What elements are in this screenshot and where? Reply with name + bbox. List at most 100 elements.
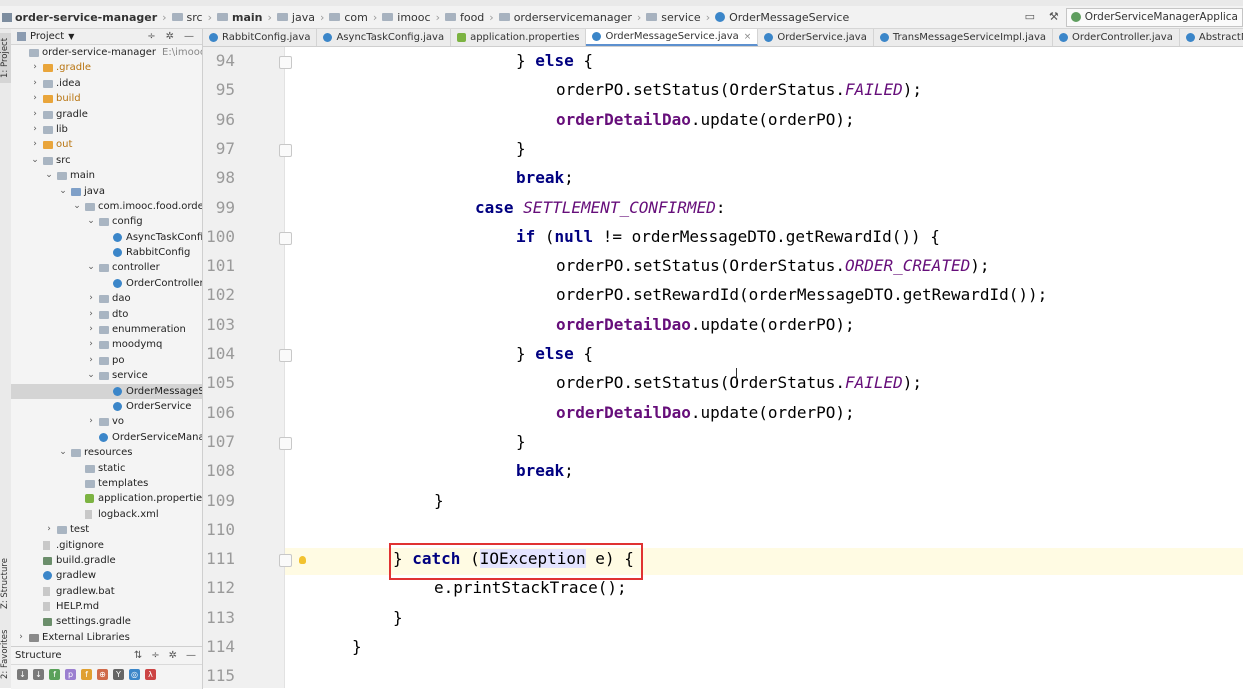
build-hammer-icon[interactable]: ⚒ bbox=[1047, 10, 1061, 24]
chevron-down-icon[interactable]: ⌄ bbox=[87, 214, 95, 229]
tree-item[interactable]: templates bbox=[11, 476, 202, 491]
tree-item[interactable]: HELP.md bbox=[11, 599, 202, 614]
code-line[interactable]: case SETTLEMENT_CONFIRMED: bbox=[475, 198, 725, 217]
chevron-down-icon[interactable]: ⌄ bbox=[59, 445, 67, 460]
chevron-right-icon[interactable]: › bbox=[87, 307, 95, 322]
line-number[interactable]: 110 bbox=[203, 520, 235, 539]
breadcrumb-item[interactable]: java bbox=[274, 11, 318, 24]
line-number[interactable]: 111 bbox=[203, 549, 235, 568]
code-line[interactable]: orderPO.setStatus(OrderStatus.ORDER_CREA… bbox=[556, 256, 989, 275]
chevron-down-icon[interactable]: ⌄ bbox=[87, 260, 95, 275]
chevron-right-icon[interactable]: › bbox=[31, 107, 39, 122]
tree-item[interactable]: RabbitConfig bbox=[11, 245, 202, 260]
chevron-right-icon[interactable]: › bbox=[31, 122, 39, 137]
line-number[interactable]: 98 bbox=[203, 168, 235, 187]
chevron-right-icon[interactable]: › bbox=[31, 60, 39, 75]
gear-icon[interactable]: ✲ bbox=[169, 650, 177, 661]
tree-item[interactable]: OrderMessageSer bbox=[11, 383, 202, 399]
tree-item[interactable]: ⌄ java bbox=[11, 184, 202, 199]
breadcrumb-item[interactable]: src bbox=[169, 11, 206, 24]
tree-item[interactable]: › po bbox=[11, 353, 202, 368]
chevron-down-icon[interactable]: ⌄ bbox=[31, 153, 39, 168]
line-number[interactable]: 95 bbox=[203, 80, 235, 99]
fold-marker-icon[interactable] bbox=[279, 554, 292, 568]
tree-item[interactable]: › vo bbox=[11, 414, 202, 429]
chevron-right-icon[interactable]: › bbox=[31, 76, 39, 91]
breadcrumb-item[interactable]: service bbox=[643, 11, 703, 24]
filter-icon[interactable]: Y bbox=[113, 669, 124, 680]
line-number[interactable]: 109 bbox=[203, 491, 235, 510]
tree-item[interactable]: .gitignore bbox=[11, 538, 202, 553]
line-number[interactable]: 96 bbox=[203, 110, 235, 129]
tool-tab-favorites[interactable]: 2: Favorites bbox=[0, 624, 11, 684]
chevron-down-icon[interactable]: ⌄ bbox=[87, 368, 95, 383]
fold-marker-icon[interactable] bbox=[279, 436, 292, 450]
line-number[interactable]: 101 bbox=[203, 256, 235, 275]
tree-item[interactable]: › build bbox=[11, 91, 202, 106]
line-number[interactable]: 94 bbox=[203, 51, 235, 70]
code-line[interactable]: break; bbox=[516, 168, 574, 187]
tree-item[interactable]: AsyncTaskConfig bbox=[11, 230, 202, 245]
editor-tab[interactable]: OrderMessageService.java × bbox=[586, 29, 759, 46]
show-nonpublic-icon[interactable]: ⊕ bbox=[97, 669, 108, 680]
tree-item[interactable]: ⌄ controller bbox=[11, 260, 202, 275]
lightbulb-icon[interactable] bbox=[299, 556, 306, 564]
chevron-down-icon[interactable]: ⌄ bbox=[73, 199, 81, 214]
code-line[interactable]: orderPO.setStatus(OrderStatus.FAILED); bbox=[556, 80, 922, 99]
code-line[interactable]: orderPO.setStatus(OrderStatus.FAILED); bbox=[556, 373, 922, 392]
show-fields-icon[interactable]: f bbox=[49, 669, 60, 680]
sort-alpha-icon[interactable]: ↓ bbox=[17, 669, 28, 680]
show-inherited-icon[interactable]: f bbox=[81, 669, 92, 680]
chevron-right-icon[interactable]: › bbox=[87, 414, 95, 429]
line-number[interactable]: 100 bbox=[203, 227, 235, 246]
tree-item[interactable]: › .gradle bbox=[11, 60, 202, 75]
tree-item[interactable]: gradlew bbox=[11, 568, 202, 583]
line-number[interactable]: 108 bbox=[203, 461, 235, 480]
fold-marker-icon[interactable] bbox=[279, 56, 292, 69]
hide-icon[interactable]: — bbox=[186, 650, 196, 661]
code-line[interactable]: } bbox=[352, 637, 362, 656]
code-line[interactable]: } else { bbox=[516, 51, 593, 70]
project-view-select[interactable]: Project bbox=[30, 31, 64, 42]
collapse-icon[interactable]: ÷ bbox=[147, 31, 155, 42]
breadcrumb-item[interactable]: main bbox=[214, 11, 266, 24]
hide-icon[interactable]: — bbox=[184, 31, 194, 42]
tree-item[interactable]: gradlew.bat bbox=[11, 584, 202, 599]
editor-tab[interactable]: OrderService.java bbox=[758, 29, 874, 46]
tree-item[interactable]: › out bbox=[11, 137, 202, 152]
chevron-right-icon[interactable]: › bbox=[87, 353, 95, 368]
show-properties-icon[interactable]: p bbox=[65, 669, 76, 680]
tree-item[interactable]: ⌄ config bbox=[11, 214, 202, 229]
line-number[interactable]: 114 bbox=[203, 637, 235, 656]
editor-tab[interactable]: AbstractMessageListener.ja bbox=[1180, 29, 1243, 46]
breadcrumb-item[interactable]: imooc bbox=[379, 11, 433, 24]
tree-item[interactable]: › gradle bbox=[11, 107, 202, 122]
chevron-right-icon[interactable]: › bbox=[31, 91, 39, 106]
tree-item[interactable]: ⌄ src bbox=[11, 153, 202, 168]
run-configuration-select[interactable]: OrderServiceManagerApplica bbox=[1065, 7, 1243, 27]
tree-item[interactable]: OrderController bbox=[11, 276, 202, 291]
code-line[interactable]: orderDetailDao.update(orderPO); bbox=[556, 403, 855, 422]
chevron-right-icon[interactable]: › bbox=[45, 522, 53, 537]
breadcrumb-item[interactable]: orderservicemanager bbox=[496, 11, 635, 24]
editor-tab[interactable]: AsyncTaskConfig.java bbox=[317, 29, 452, 46]
tree-item[interactable]: build.gradle bbox=[11, 553, 202, 568]
editor-tab[interactable]: TransMessageServiceImpl.java bbox=[874, 29, 1054, 46]
code-line[interactable]: } bbox=[393, 608, 403, 627]
code-line[interactable]: if (null != orderMessageDTO.getRewardId(… bbox=[516, 227, 940, 246]
tree-item[interactable]: ⌄ resources bbox=[11, 445, 202, 460]
code-line[interactable]: } bbox=[516, 432, 526, 451]
tree-item[interactable]: OrderService bbox=[11, 399, 202, 414]
code-line[interactable]: } else { bbox=[516, 344, 593, 363]
tree-item[interactable]: application.properties bbox=[11, 491, 202, 506]
line-number[interactable]: 113 bbox=[203, 608, 235, 627]
code-line[interactable]: orderDetailDao.update(orderPO); bbox=[556, 110, 855, 129]
collapse-icon[interactable]: ÷ bbox=[151, 650, 159, 661]
tree-item[interactable]: › dao bbox=[11, 291, 202, 306]
fold-marker-icon[interactable] bbox=[279, 231, 292, 245]
anonymous-icon[interactable]: ◎ bbox=[129, 669, 140, 680]
code-line[interactable]: orderDetailDao.update(orderPO); bbox=[556, 315, 855, 334]
fold-marker-icon[interactable] bbox=[279, 349, 292, 362]
breadcrumb-item[interactable]: com bbox=[326, 11, 371, 24]
breadcrumb-item[interactable]: food bbox=[442, 11, 487, 24]
